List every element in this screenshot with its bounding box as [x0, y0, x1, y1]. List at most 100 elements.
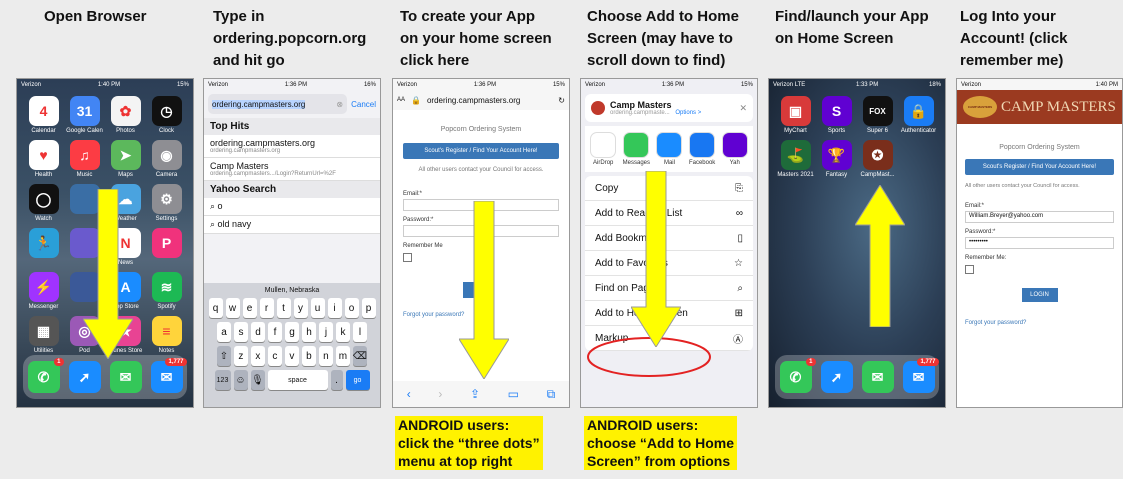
- clock-time: 1:40 PM: [1095, 81, 1118, 88]
- app-utilities[interactable]: ▦ Utilities: [25, 316, 62, 354]
- app-label: Google Calen: [66, 128, 103, 134]
- url-input[interactable]: ordering.campmasters.org ⊗: [208, 94, 348, 114]
- app-notes[interactable]: ≡ Notes: [148, 316, 185, 354]
- share-target[interactable]: Yah: [721, 132, 748, 166]
- bookmarks-icon[interactable]: ▭: [508, 387, 519, 401]
- key-period[interactable]: .: [330, 370, 343, 390]
- key-v[interactable]: v: [284, 346, 299, 366]
- cancel-button[interactable]: Cancel: [351, 100, 376, 109]
- app-watch[interactable]: ◯ Watch: [25, 184, 62, 222]
- app-google-calen[interactable]: 31 Google Calen: [66, 96, 103, 134]
- app-maps[interactable]: ➤ Maps: [107, 140, 144, 178]
- key-a[interactable]: a: [217, 322, 231, 342]
- key-p[interactable]: p: [361, 298, 376, 318]
- key-u[interactable]: u: [310, 298, 325, 318]
- suggestion-row[interactable]: ordering.campmasters.org ordering.campma…: [204, 135, 380, 158]
- key-l[interactable]: l: [353, 322, 367, 342]
- key-e[interactable]: e: [242, 298, 257, 318]
- key-i[interactable]: i: [327, 298, 342, 318]
- remember-checkbox[interactable]: [403, 253, 412, 262]
- safari-icon[interactable]: ➚: [68, 361, 101, 393]
- share-target[interactable]: AirDrop: [590, 132, 617, 166]
- mail-icon[interactable]: ✉ 1,777: [902, 358, 939, 393]
- key-y[interactable]: y: [293, 298, 308, 318]
- login-button[interactable]: LOGIN: [1021, 288, 1058, 302]
- key-s[interactable]: s: [234, 322, 248, 342]
- reader-aa-button[interactable]: AA: [397, 97, 405, 103]
- share-target[interactable]: Facebook: [689, 132, 715, 166]
- phone-icon[interactable]: ✆ 1: [27, 358, 64, 393]
- app-masters-2021[interactable]: ⛳ Masters 2021: [777, 140, 814, 178]
- search-suggestion-text: old navy: [217, 219, 252, 229]
- reload-icon[interactable]: ↻: [558, 96, 565, 105]
- search-suggestion[interactable]: ⌕ o: [204, 198, 380, 216]
- messages-icon[interactable]: ✉: [109, 361, 142, 393]
- step-title-3: To create your App on your home screen c…: [400, 8, 552, 69]
- clear-icon[interactable]: ⊗: [336, 100, 343, 109]
- key-go[interactable]: go: [345, 370, 370, 390]
- share-target[interactable]: Mail: [656, 132, 683, 166]
- register-button[interactable]: Scout's Register / Find Your Account Her…: [403, 143, 559, 159]
- share-icon[interactable]: ⇪: [470, 387, 480, 401]
- forward-icon[interactable]: ›: [438, 387, 442, 401]
- app-calendar[interactable]: 4 Calendar: [25, 96, 62, 134]
- search-suggestion[interactable]: ⌕ old navy: [204, 216, 380, 234]
- close-icon[interactable]: ✕: [739, 103, 747, 114]
- app-unlabeled[interactable]: P: [148, 228, 185, 266]
- delete-key-icon[interactable]: ⌫: [352, 346, 368, 366]
- safari-icon[interactable]: ➚: [820, 361, 853, 393]
- app-camera[interactable]: ◉ Camera: [148, 140, 185, 178]
- key-c[interactable]: c: [267, 346, 282, 366]
- key-d[interactable]: d: [251, 322, 265, 342]
- key-q[interactable]: q: [208, 298, 223, 318]
- key-z[interactable]: z: [233, 346, 248, 366]
- register-button[interactable]: Scout's Register / Find Your Account Her…: [965, 159, 1114, 175]
- app-sports[interactable]: S Sports: [818, 96, 855, 134]
- back-icon[interactable]: ‹: [407, 387, 411, 401]
- key-m[interactable]: m: [335, 346, 350, 366]
- app-messenger[interactable]: ⚡ Messenger: [25, 272, 62, 310]
- remember-checkbox[interactable]: [965, 265, 974, 274]
- emoji-key-icon[interactable]: ☺: [233, 370, 248, 390]
- key-123[interactable]: 123: [214, 370, 231, 390]
- mail-icon[interactable]: ✉ 1,777: [150, 358, 187, 393]
- app-spotify[interactable]: ≋ Spotify: [148, 272, 185, 310]
- status-bar: Verizon 1:36 PM 16%: [204, 79, 380, 90]
- password-field[interactable]: •••••••••: [965, 237, 1114, 249]
- app-photos[interactable]: ✿ Photos: [107, 96, 144, 134]
- key-space[interactable]: space: [267, 370, 328, 390]
- forgot-link[interactable]: Forgot your password?: [965, 320, 1114, 326]
- key-j[interactable]: j: [319, 322, 333, 342]
- app-settings[interactable]: ⚙ Settings: [148, 184, 185, 222]
- app-unlabeled[interactable]: 🏃: [25, 228, 62, 266]
- key-k[interactable]: k: [336, 322, 350, 342]
- share-target[interactable]: Messages: [623, 132, 650, 166]
- key-b[interactable]: b: [301, 346, 316, 366]
- app-health[interactable]: ♥ Health: [25, 140, 62, 178]
- app-music[interactable]: ♫ Music: [66, 140, 103, 178]
- key-h[interactable]: h: [302, 322, 316, 342]
- url-text[interactable]: ordering.campmasters.org: [427, 96, 520, 105]
- messages-icon[interactable]: ✉: [861, 361, 894, 393]
- app-mychart[interactable]: ▣ MyChart: [777, 96, 814, 134]
- key-f[interactable]: f: [268, 322, 282, 342]
- mic-key-icon[interactable]: 🎙: [250, 370, 265, 390]
- key-t[interactable]: t: [276, 298, 291, 318]
- key-o[interactable]: o: [344, 298, 359, 318]
- email-field[interactable]: William.Breyer@yahoo.com: [965, 211, 1114, 223]
- tabs-icon[interactable]: ⧉: [547, 387, 556, 402]
- key-g[interactable]: g: [285, 322, 299, 342]
- phone-icon[interactable]: ✆ 1: [779, 358, 816, 393]
- key-w[interactable]: w: [225, 298, 240, 318]
- key-x[interactable]: x: [250, 346, 265, 366]
- app-authenticator[interactable]: 🔒 Authenticator: [900, 96, 937, 134]
- app-clock[interactable]: ◷ Clock: [148, 96, 185, 134]
- app-super-6[interactable]: FOX Super 6: [859, 96, 896, 134]
- options-link[interactable]: Options >: [675, 110, 701, 116]
- app-campmast-[interactable]: ✪ CampMast...: [859, 140, 896, 178]
- shift-key-icon[interactable]: ⇧: [216, 346, 231, 366]
- key-r[interactable]: r: [259, 298, 274, 318]
- app-fantasy[interactable]: 🏆 Fantasy: [818, 140, 855, 178]
- key-n[interactable]: n: [318, 346, 333, 366]
- suggestion-row[interactable]: Camp Masters ordering.campmasters.../Log…: [204, 158, 380, 181]
